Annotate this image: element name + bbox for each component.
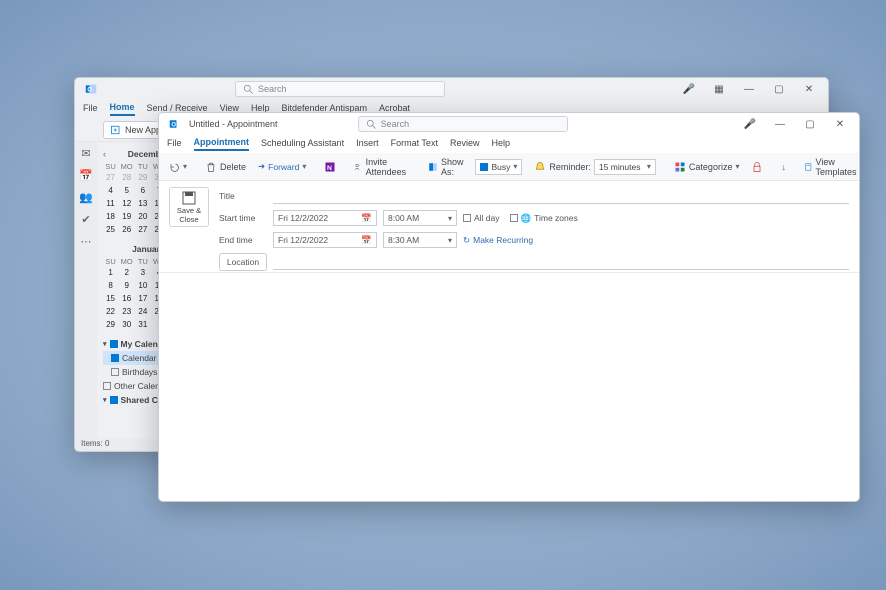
invite-attendees-button[interactable]: Invite Attendees bbox=[351, 157, 413, 177]
undo-icon bbox=[168, 161, 180, 173]
menu-review[interactable]: Review bbox=[450, 138, 480, 150]
all-day-checkbox[interactable]: All day bbox=[463, 213, 500, 223]
reminder-dropdown[interactable]: Reminder: 15 minutes▾ bbox=[531, 159, 659, 175]
outlook-icon: O bbox=[85, 82, 99, 96]
grid-icon[interactable]: ▦ bbox=[704, 78, 734, 100]
start-date-input[interactable]: Fri 12/2/2022📅 bbox=[273, 210, 377, 226]
menu-appointment[interactable]: Appointment bbox=[194, 137, 250, 151]
titlebar: O Search 🎤 ▦ — ▢ ✕ bbox=[75, 78, 828, 100]
busy-icon bbox=[428, 161, 438, 173]
calendar-add-icon bbox=[110, 124, 122, 136]
appointment-form: Save & Close Title Start time Fri 12/2/2… bbox=[159, 181, 859, 273]
search-icon bbox=[365, 118, 377, 130]
title-input[interactable] bbox=[273, 188, 849, 204]
menu-scheduling-assistant[interactable]: Scheduling Assistant bbox=[261, 138, 344, 150]
onenote-button[interactable]: N bbox=[321, 161, 339, 173]
appointment-window: O Untitled - Appointment Search 🎤 — ▢ ✕ … bbox=[158, 112, 860, 502]
title-label: Title bbox=[219, 191, 267, 201]
outlook-icon: O bbox=[169, 117, 183, 131]
save-close-button[interactable]: Save & Close bbox=[169, 187, 209, 227]
time-zones-checkbox[interactable]: 🌐Time zones bbox=[510, 213, 578, 224]
menu-file[interactable]: File bbox=[167, 138, 182, 150]
maximize-button[interactable]: ▢ bbox=[795, 113, 825, 135]
titlebar: O Untitled - Appointment Search 🎤 — ▢ ✕ bbox=[159, 113, 859, 135]
lock-icon bbox=[751, 161, 763, 173]
private-button[interactable] bbox=[748, 161, 766, 173]
search-input[interactable]: Search bbox=[358, 116, 568, 132]
calendar-icon: 📅 bbox=[361, 213, 372, 224]
rail-more-icon[interactable]: ⋯ bbox=[79, 234, 93, 248]
end-time-input[interactable]: 8:30 AM▾ bbox=[383, 232, 457, 248]
menu-format-text[interactable]: Format Text bbox=[391, 138, 438, 150]
end-time-label: End time bbox=[219, 235, 267, 245]
delete-button[interactable]: Delete bbox=[202, 161, 249, 173]
minimize-button[interactable]: — bbox=[734, 78, 764, 100]
maximize-button[interactable]: ▢ bbox=[764, 78, 794, 100]
close-button[interactable]: ✕ bbox=[794, 78, 824, 100]
location-button[interactable]: Location bbox=[219, 253, 267, 271]
svg-text:O: O bbox=[171, 122, 176, 128]
mic-icon[interactable]: 🎤 bbox=[674, 78, 704, 100]
rail-tasks-icon[interactable]: ✔ bbox=[79, 212, 93, 226]
menubar: File Appointment Scheduling Assistant Inser… bbox=[159, 135, 859, 153]
window-title: Untitled - Appointment bbox=[189, 119, 278, 129]
menu-help[interactable]: Help bbox=[491, 138, 510, 150]
calendar-icon: 📅 bbox=[361, 235, 372, 246]
minimize-button[interactable]: — bbox=[765, 113, 795, 135]
onenote-icon: N bbox=[324, 161, 336, 173]
close-button[interactable]: ✕ bbox=[825, 113, 855, 135]
svg-text:N: N bbox=[327, 165, 332, 172]
search-icon bbox=[242, 83, 254, 95]
bell-icon bbox=[534, 161, 546, 173]
priority-button[interactable]: ↓ bbox=[778, 162, 789, 172]
make-recurring-link[interactable]: ↻Make Recurring bbox=[463, 235, 533, 246]
search-input[interactable]: Search bbox=[235, 81, 445, 97]
template-icon bbox=[804, 161, 813, 173]
trash-icon bbox=[205, 161, 217, 173]
menu-insert[interactable]: Insert bbox=[356, 138, 379, 150]
svg-text:O: O bbox=[87, 87, 92, 93]
rail-calendar-icon[interactable]: 📅 bbox=[79, 168, 93, 182]
recurring-icon: ↻ bbox=[463, 235, 470, 246]
categorize-button[interactable]: Categorize▾ bbox=[671, 161, 743, 173]
view-templates-button[interactable]: View Templates bbox=[801, 157, 860, 177]
location-input[interactable] bbox=[273, 254, 849, 270]
save-icon bbox=[181, 190, 197, 206]
undo-button[interactable]: ▾ bbox=[165, 161, 190, 173]
navigation-rail: ✉ 📅 👥 ✔ ⋯ bbox=[75, 142, 97, 452]
show-as-dropdown[interactable]: Show As: Busy▾ bbox=[425, 157, 526, 177]
start-time-label: Start time bbox=[219, 213, 267, 223]
people-icon bbox=[354, 161, 362, 173]
prev-month-button[interactable]: ‹ bbox=[103, 149, 106, 159]
mic-icon[interactable]: 🎤 bbox=[735, 113, 765, 135]
menu-file[interactable]: File bbox=[83, 103, 98, 115]
rail-mail-icon[interactable]: ✉ bbox=[79, 146, 93, 160]
end-date-input[interactable]: Fri 12/2/2022📅 bbox=[273, 232, 377, 248]
globe-icon: 🌐 bbox=[521, 213, 532, 224]
start-time-input[interactable]: 8:00 AM▾ bbox=[383, 210, 457, 226]
rail-people-icon[interactable]: 👥 bbox=[79, 190, 93, 204]
menu-home[interactable]: Home bbox=[110, 102, 135, 116]
ribbon: ▾ Delete ➜Forward▾ N Invite Attendees Sh… bbox=[159, 153, 859, 181]
forward-button[interactable]: ➜Forward▾ bbox=[255, 161, 309, 172]
categorize-icon bbox=[674, 161, 686, 173]
